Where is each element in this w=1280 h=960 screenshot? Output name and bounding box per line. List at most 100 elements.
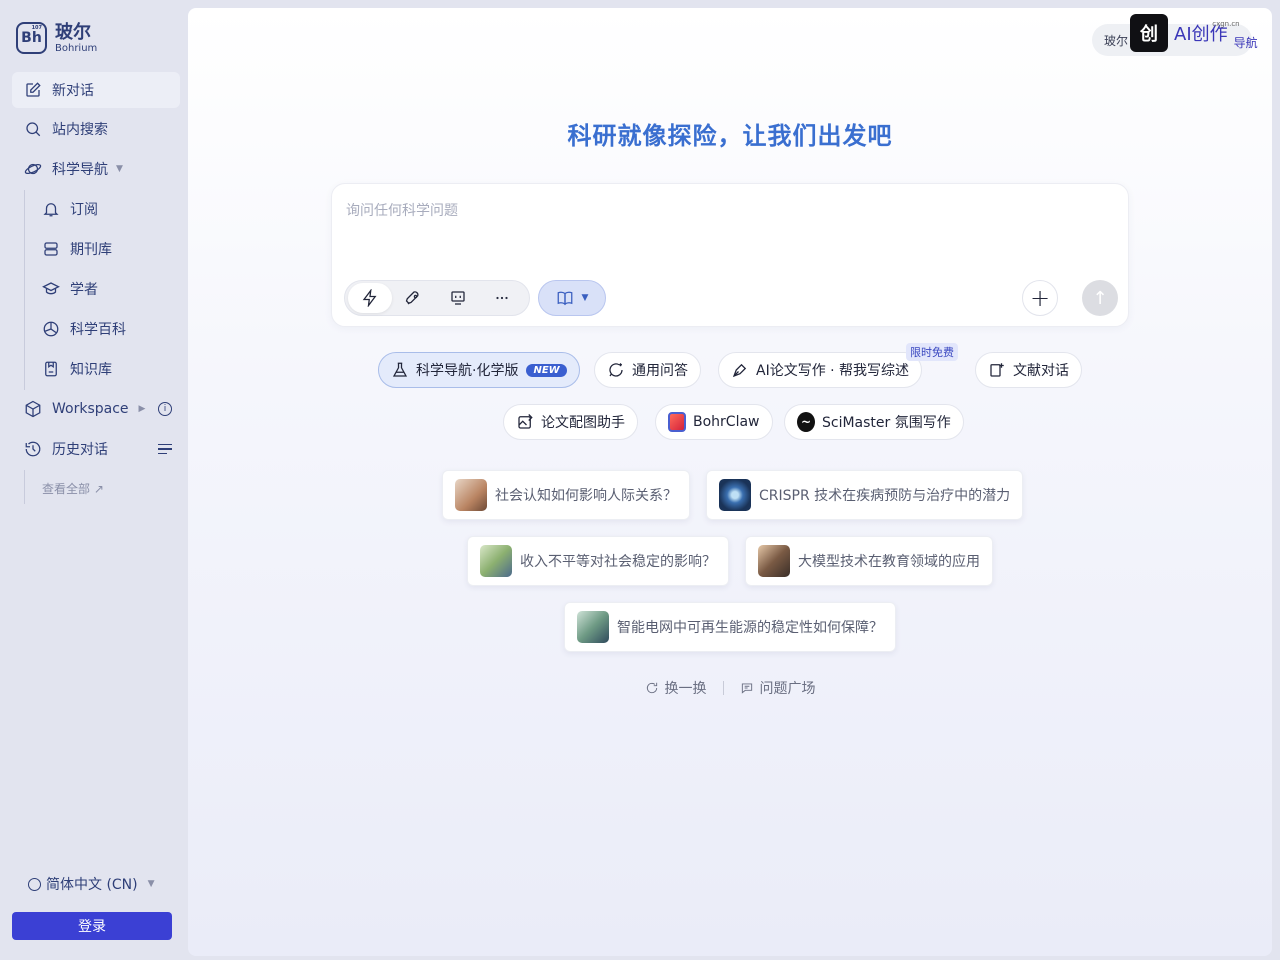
logo-badge-text: Bh — [21, 30, 42, 46]
question-card[interactable]: 智能电网中可再生能源的稳定性如何保障？ — [564, 602, 896, 652]
sidebar-item-search[interactable]: 站内搜索 — [12, 111, 180, 147]
watermark-overlay: 创 AI创作 cxgn.cn 导航 — [1130, 14, 1258, 52]
chip-label: AI论文写作 · 帮我写综述 — [756, 363, 910, 379]
info-icon[interactable]: i — [158, 402, 172, 416]
monitor-icon — [451, 291, 465, 305]
question-thumbnail — [719, 479, 751, 511]
chip-label: 论文配图助手 — [541, 415, 625, 431]
knowledge-icon — [42, 360, 60, 378]
login-button[interactable]: 登录 — [12, 912, 172, 940]
question-text: 大模型技术在教育领域的应用 — [798, 554, 980, 570]
plaza-label: 问题广场 — [759, 681, 816, 697]
question-text: 智能电网中可再生能源的稳定性如何保障？ — [617, 620, 883, 636]
sidebar-item-scholars[interactable]: 学者 — [30, 271, 180, 307]
mode-selector — [344, 280, 530, 316]
fast-mode-button[interactable] — [348, 283, 392, 313]
chevron-right-icon: ▶ — [138, 404, 146, 414]
chevron-down-icon: ▼ — [581, 293, 589, 303]
sidebar-item-label: 科学百科 — [70, 322, 126, 338]
chip-label: 科学导航·化学版 — [416, 363, 519, 379]
sidebar-item-knowledge[interactable]: 知识库 — [30, 351, 180, 387]
planet-icon — [24, 160, 42, 178]
question-plaza-link[interactable]: 问题广场 — [740, 678, 816, 698]
question-text: 收入不平等对社会稳定的影响？ — [520, 554, 716, 570]
logo-badge: 107 Bh — [16, 22, 47, 54]
watermark-logo-icon: 创 — [1130, 14, 1168, 52]
submenu-line — [24, 190, 25, 390]
chat-sparkle-icon — [607, 361, 625, 379]
attach-button[interactable]: + — [1022, 280, 1058, 316]
chip-ai-paper-writing[interactable]: AI论文写作 · 帮我写综述 — [718, 352, 923, 388]
question-footer: 换一换 问题广场 — [188, 678, 1272, 698]
hero-title: 科研就像探险，让我们出发吧 — [567, 122, 893, 150]
deep-mode-button[interactable] — [392, 283, 436, 313]
sidebar-item-label: 订阅 — [70, 202, 98, 218]
watermark-domain: cxgn.cn — [1212, 20, 1240, 28]
graduation-cap-icon — [42, 280, 60, 298]
divider — [722, 681, 724, 695]
edit-icon — [24, 81, 42, 99]
language-label: 简体中文 (CN) — [46, 877, 138, 893]
submenu-line — [24, 470, 25, 504]
bell-icon — [42, 200, 60, 218]
bohrclaw-logo-icon — [668, 412, 686, 432]
database-icon — [42, 240, 60, 258]
sidebar-item-subscribe[interactable]: 订阅 — [30, 191, 180, 227]
history-icon — [24, 440, 42, 458]
question-thumbnail — [455, 479, 487, 511]
more-modes-button[interactable] — [480, 283, 524, 313]
chip-bohrclaw[interactable]: BohrClaw — [655, 404, 773, 440]
chip-general-qa[interactable]: 通用问答 — [594, 352, 701, 388]
language-selector[interactable]: 简体中文 (CN) ▼ — [28, 874, 155, 894]
question-card[interactable]: 大模型技术在教育领域的应用 — [745, 536, 993, 586]
logo[interactable]: 107 Bh 玻尔 Bohrium — [16, 22, 97, 54]
more-icon — [496, 296, 508, 300]
chip-science-nav-chemistry[interactable]: 科学导航·化学版 NEW — [378, 352, 580, 388]
question-card[interactable]: 社会认知如何影响人际关系？ — [442, 470, 690, 520]
view-all-label: 查看全部 — [42, 482, 91, 496]
agent-mode-button[interactable] — [436, 283, 480, 313]
refresh-questions-button[interactable]: 换一换 — [645, 678, 707, 698]
chip-scimaster-writing[interactable]: ~ SciMaster 氛围写作 — [784, 404, 964, 440]
question-text: CRISPR 技术在疾病预防与治疗中的潜力 — [759, 488, 1011, 504]
knowledge-source-button[interactable]: ▼ — [538, 280, 606, 316]
question-card[interactable]: CRISPR 技术在疾病预防与治疗中的潜力 — [706, 470, 1024, 520]
sidebar-item-label: Workspace — [52, 401, 129, 417]
chip-label: BohrClaw — [693, 414, 760, 430]
external-link-icon: ↗ — [93, 482, 104, 496]
sidebar-item-history[interactable]: 历史对话 — [12, 431, 180, 467]
question-thumbnail — [577, 611, 609, 643]
sidebar-item-science-nav[interactable]: 科学导航 ▼ — [12, 151, 180, 187]
sidebar: 107 Bh 玻尔 Bohrium 新对话 站内搜索 科学导航 ▼ 订阅 期刊库… — [0, 0, 188, 960]
view-all-link[interactable]: 查看全部 ↗ — [42, 480, 104, 497]
globe-icon — [28, 877, 41, 891]
logo-badge-number: 107 — [31, 25, 42, 31]
free-badge: 限时免费 — [906, 343, 958, 361]
sidebar-item-workspace[interactable]: Workspace ▶ i — [12, 391, 180, 427]
sidebar-item-label: 学者 — [70, 282, 98, 298]
question-text: 社会认知如何影响人际关系？ — [495, 488, 677, 504]
flask-icon — [391, 361, 409, 379]
menu-lines-icon[interactable] — [158, 441, 172, 458]
chevron-down-icon: ▼ — [147, 879, 155, 889]
chip-figure-assistant[interactable]: 论文配图助手 — [503, 404, 638, 440]
chat-input-card: ▼ + ↑ — [331, 183, 1129, 327]
sidebar-item-label: 站内搜索 — [52, 122, 108, 138]
chip-literature-chat[interactable]: 文献对话 — [975, 352, 1082, 388]
chip-label: 文献对话 — [1013, 363, 1069, 379]
image-edit-icon — [516, 413, 534, 431]
sidebar-item-encyclopedia[interactable]: 科学百科 — [30, 311, 180, 347]
scimaster-logo-icon: ~ — [797, 412, 815, 432]
sidebar-item-label: 科学导航 — [52, 162, 108, 178]
question-card[interactable]: 收入不平等对社会稳定的影响？ — [467, 536, 729, 586]
sidebar-item-journals[interactable]: 期刊库 — [30, 231, 180, 267]
brand-name-en: Bohrium — [55, 42, 98, 54]
arrow-up-icon: ↑ — [1092, 287, 1108, 309]
send-button[interactable]: ↑ — [1082, 280, 1118, 316]
plus-icon: + — [1029, 284, 1051, 312]
question-input[interactable] — [346, 200, 1106, 260]
document-chat-icon — [988, 361, 1006, 379]
sidebar-item-new-chat[interactable]: 新对话 — [12, 72, 180, 108]
sidebar-item-label: 历史对话 — [52, 442, 108, 458]
brand-name-cn: 玻尔 — [55, 21, 91, 43]
